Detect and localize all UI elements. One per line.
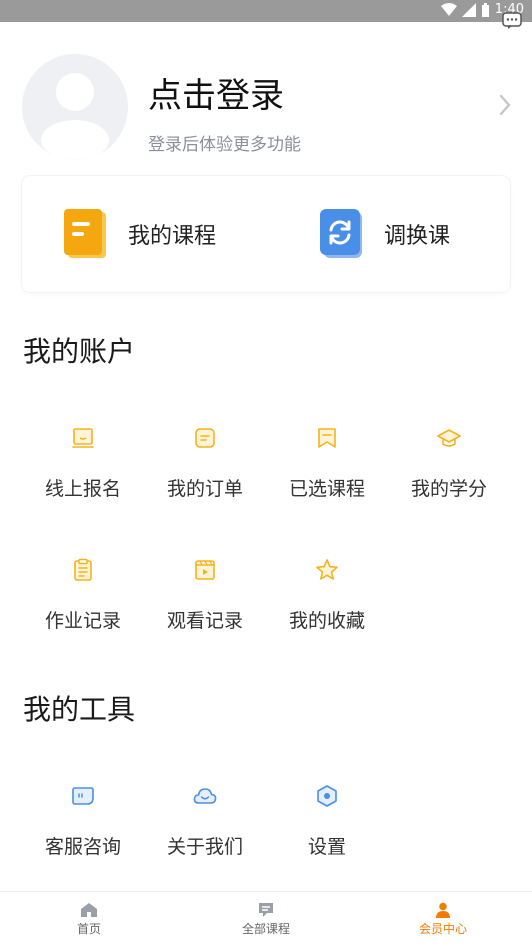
settings-hexagon-icon: [317, 785, 337, 807]
grid-item-homework[interactable]: 作业记录: [22, 558, 144, 633]
grid-item-selected-courses[interactable]: 已选课程: [266, 426, 388, 501]
grid-item-label: 作业记录: [44, 610, 121, 632]
login-header[interactable]: 点击登录 登录后体验更多功能: [22, 54, 512, 160]
status-bar: 1:40: [0, 0, 532, 22]
graduation-cap-icon: [437, 429, 461, 447]
grid-item-label: 设置: [307, 836, 346, 858]
grid-item-label: 我的订单: [166, 478, 243, 500]
swap-course-label: 调换课: [384, 224, 451, 249]
login-subtitle: 登录后体验更多功能: [148, 135, 301, 155]
member-icon: [436, 902, 450, 918]
chat-bubble-icon: [72, 787, 94, 805]
wifi-icon: [440, 2, 457, 16]
grid-item-settings[interactable]: 设置: [266, 784, 388, 859]
login-title[interactable]: 点击登录: [148, 68, 284, 117]
quick-actions-card: 我的课程 调换课: [22, 176, 510, 292]
order-icon: [195, 428, 215, 448]
tab-member-center[interactable]: 会员中心: [393, 902, 493, 937]
grid-item-label: 线上报名: [44, 478, 121, 500]
floating-chat-icon[interactable]: [502, 12, 522, 30]
tab-label: 会员中心: [418, 922, 467, 936]
chevron-right-icon[interactable]: [498, 94, 512, 116]
grid-item-credits[interactable]: 我的学分: [388, 426, 510, 501]
battery-icon: [481, 2, 489, 17]
courses-icon: [259, 903, 273, 917]
grid-item-orders[interactable]: 我的订单: [144, 426, 266, 501]
grid-item-watch-history[interactable]: 观看记录: [144, 558, 266, 633]
default-avatar-icon: [41, 73, 109, 160]
online-signup-icon: [72, 428, 94, 448]
video-icon: [195, 560, 215, 580]
cloud-icon: [193, 788, 217, 804]
signal-icon: [461, 2, 476, 17]
grid-item-label: 关于我们: [166, 836, 243, 858]
my-courses-label: 我的课程: [128, 224, 217, 249]
grid-item-favorites[interactable]: 我的收藏: [266, 558, 388, 633]
tab-all-courses[interactable]: 全部课程: [216, 902, 316, 937]
grid-item-label: 观看记录: [166, 610, 243, 632]
tab-label: 全部课程: [241, 922, 290, 936]
grid-item-label: 我的学分: [410, 478, 487, 500]
home-icon: [81, 903, 97, 917]
bottom-tab-bar: 首页 全部课程 会员中心: [0, 891, 532, 946]
bookmark-icon: [318, 428, 336, 448]
grid-item-about-us[interactable]: 关于我们: [144, 784, 266, 859]
clipboard-icon: [74, 558, 92, 581]
grid-item-online-signup[interactable]: 线上报名: [22, 426, 144, 501]
grid-item-label: 客服咨询: [44, 836, 121, 858]
avatar[interactable]: [22, 54, 128, 160]
tab-home[interactable]: 首页: [39, 902, 139, 937]
tools-section-title: 我的工具: [23, 693, 136, 726]
grid-item-label: 已选课程: [288, 478, 365, 500]
my-courses-button[interactable]: 我的课程: [64, 208, 216, 260]
tab-label: 首页: [76, 922, 101, 936]
grid-item-label: 我的收藏: [288, 610, 365, 632]
grid-item-customer-service[interactable]: 客服咨询: [22, 784, 144, 859]
star-icon: [316, 559, 338, 580]
swap-course-button[interactable]: 调换课: [320, 208, 450, 260]
swap-course-icon: [320, 209, 362, 258]
course-book-icon: [64, 209, 106, 258]
account-section-title: 我的账户: [23, 335, 136, 368]
